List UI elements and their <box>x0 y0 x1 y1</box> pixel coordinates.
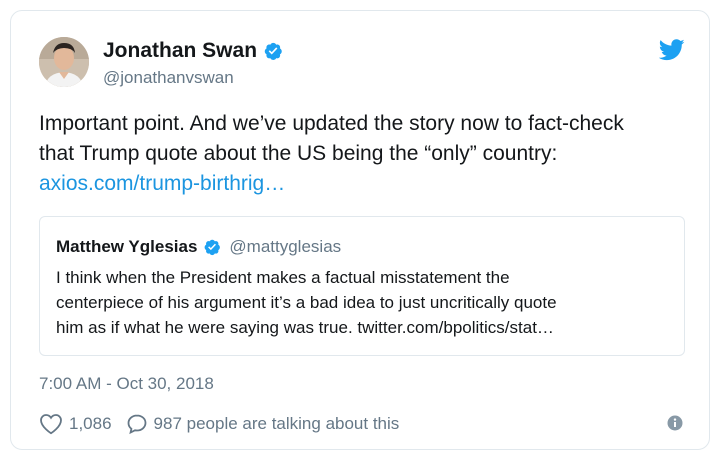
quoted-tweet-line: him as if what he were saying was true. … <box>56 318 554 337</box>
quoted-author-handle[interactable]: @mattyglesias <box>229 237 341 257</box>
tweet-card: Jonathan Swan @jonathanvswan Important p… <box>10 10 710 450</box>
tweet-line: that Trump quote about the US being the … <box>39 142 558 165</box>
twitter-bird-icon[interactable] <box>659 39 685 61</box>
speech-bubble-icon <box>126 413 148 435</box>
like-button[interactable]: 1,086 <box>39 413 112 435</box>
reply-button[interactable]: 987 people are talking about this <box>126 413 400 435</box>
quoted-tweet-line: centerpiece of his argument it’s a bad i… <box>56 293 557 312</box>
tweet-actions: 1,086 987 people are talking about this <box>39 413 399 435</box>
author-name-row[interactable]: Jonathan Swan <box>103 39 283 63</box>
quoted-tweet[interactable]: Matthew Yglesias @mattyglesias I think w… <box>39 216 685 356</box>
reply-count-text: 987 people are talking about this <box>153 414 400 433</box>
verified-badge-icon <box>263 41 283 61</box>
heart-icon <box>39 413 63 435</box>
quoted-tweet-header: Matthew Yglesias @mattyglesias <box>56 237 341 257</box>
tweet-timestamp[interactable]: 7:00 AM - Oct 30, 2018 <box>39 374 214 394</box>
avatar[interactable] <box>39 37 89 87</box>
quoted-author-name[interactable]: Matthew Yglesias <box>56 237 197 257</box>
quoted-tweet-line: I think when the President makes a factu… <box>56 268 510 287</box>
info-icon[interactable] <box>667 415 683 431</box>
like-count: 1,086 <box>69 414 112 433</box>
tweet-line: Important point. And we’ve updated the s… <box>39 112 624 135</box>
quoted-tweet-text: I think when the President makes a factu… <box>56 265 676 340</box>
author-name[interactable]: Jonathan Swan <box>103 39 257 63</box>
verified-badge-icon <box>203 238 221 256</box>
tweet-text: Important point. And we’ve updated the s… <box>39 109 689 199</box>
tweet-link[interactable]: axios.com/trump-birthrig… <box>39 169 689 199</box>
author-handle[interactable]: @jonathanvswan <box>103 68 234 88</box>
